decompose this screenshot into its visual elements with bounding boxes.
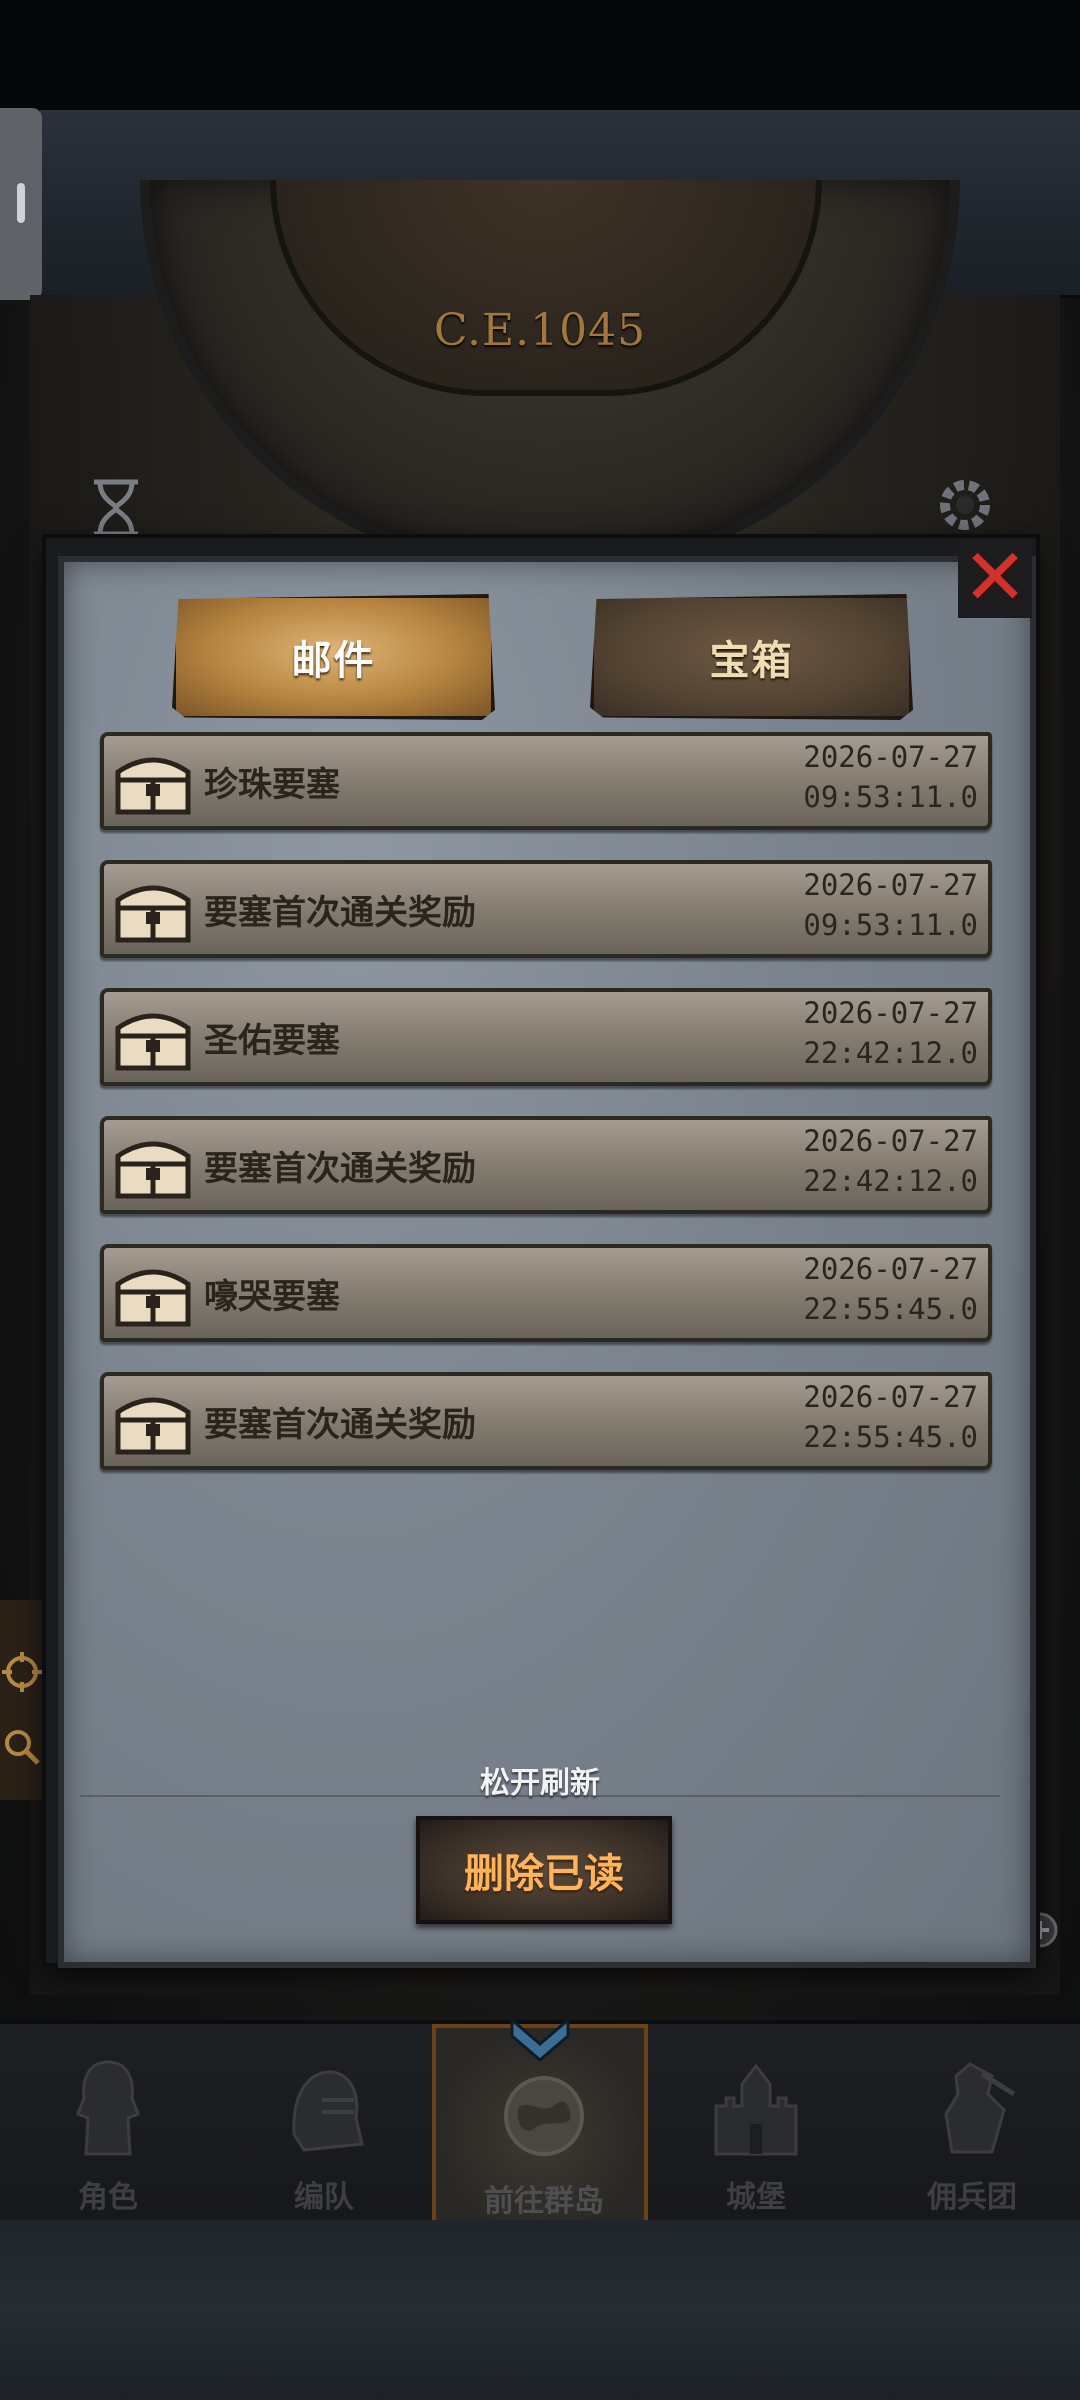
drawer-grip-icon (17, 183, 25, 223)
nav-label: 前往群岛 (484, 2184, 604, 2219)
locate-icon[interactable] (0, 1650, 44, 1694)
divider (80, 1795, 1000, 1797)
mail-date: 2026-07-27 (803, 1252, 978, 1286)
gear-icon[interactable] (930, 470, 1000, 540)
close-button[interactable]: ✕ (958, 538, 1032, 618)
mail-title: 要塞首次通关奖励 (204, 892, 476, 933)
mail-time: 22:42:12.0 (803, 1036, 978, 1070)
treasure-chest-icon (115, 757, 191, 815)
delete-read-button[interactable]: 删除已读 (416, 1816, 672, 1924)
mail-time: 09:53:11.0 (803, 780, 978, 814)
treasure-chest-icon (115, 1141, 191, 1199)
tab-chest[interactable]: 宝箱 (590, 594, 913, 720)
nav-item-character[interactable]: 角色 (0, 2024, 216, 2224)
mail-item[interactable]: 要塞首次通关奖励 2026-07-27 09:53:11.0 (100, 860, 992, 958)
system-nav-bar (0, 2220, 1080, 2400)
mail-time: 22:55:45.0 (803, 1420, 978, 1454)
mail-date: 2026-07-27 (803, 1124, 978, 1158)
mail-time: 22:42:12.0 (803, 1164, 978, 1198)
knight-icon (76, 2060, 140, 2156)
era-label: C.E.1045 (433, 305, 647, 356)
mail-time: 22:55:45.0 (803, 1292, 978, 1326)
mail-item[interactable]: 要塞首次通关奖励 2026-07-27 22:55:45.0 (100, 1372, 992, 1470)
hourglass-icon[interactable] (88, 478, 144, 538)
nav-label: 编队 (294, 2180, 354, 2215)
mail-date: 2026-07-27 (803, 740, 978, 774)
mail-title: 嚎哭要塞 (204, 1276, 340, 1317)
mail-item[interactable]: 圣佑要塞 2026-07-27 22:42:12.0 (100, 988, 992, 1086)
treasure-chest-icon (115, 1013, 191, 1071)
mail-item[interactable]: 要塞首次通关奖励 2026-07-27 22:42:12.0 (100, 1116, 992, 1214)
mail-date: 2026-07-27 (803, 1380, 978, 1414)
mail-date: 2026-07-27 (803, 996, 978, 1030)
mercenary-icon (944, 2062, 1016, 2154)
nav-item-formation[interactable]: 编队 (216, 2024, 432, 2224)
mail-list: 珍珠要塞 2026-07-27 09:53:11.0 要塞首次通关奖励 2026… (100, 732, 992, 1500)
nav-label: 城堡 (726, 2180, 786, 2215)
nav-item-mercenary[interactable]: 佣兵团 (864, 2024, 1080, 2224)
mail-title: 要塞首次通关奖励 (204, 1404, 476, 1445)
close-icon: ✕ (962, 533, 1028, 623)
treasure-chest-icon (115, 1269, 191, 1327)
chevron-down-icon (510, 2016, 570, 2062)
treasure-chest-icon (115, 885, 191, 943)
side-drawer-handle[interactable] (0, 108, 42, 300)
nav-label: 角色 (78, 2180, 138, 2215)
mail-title: 要塞首次通关奖励 (204, 1148, 476, 1189)
treasure-chest-icon (115, 1397, 191, 1455)
mail-item[interactable]: 珍珠要塞 2026-07-27 09:53:11.0 (100, 732, 992, 830)
helmet-icon (292, 2070, 364, 2152)
mail-title: 珍珠要塞 (204, 764, 340, 805)
tab-mail[interactable]: 邮件 (172, 594, 495, 720)
mail-title: 圣佑要塞 (204, 1020, 340, 1061)
globe-icon (504, 2076, 584, 2156)
mail-time: 09:53:11.0 (803, 908, 978, 942)
mail-item[interactable]: 嚎哭要塞 2026-07-27 22:55:45.0 (100, 1244, 992, 1342)
nav-label: 佣兵团 (927, 2180, 1017, 2215)
mail-screen: { "era": { "label": "C.E.1045" }, "dialo… (0, 0, 1080, 2400)
mail-date: 2026-07-27 (803, 868, 978, 902)
castle-icon (714, 2063, 798, 2156)
nav-item-castle[interactable]: 城堡 (648, 2024, 864, 2224)
status-bar (0, 0, 1080, 110)
